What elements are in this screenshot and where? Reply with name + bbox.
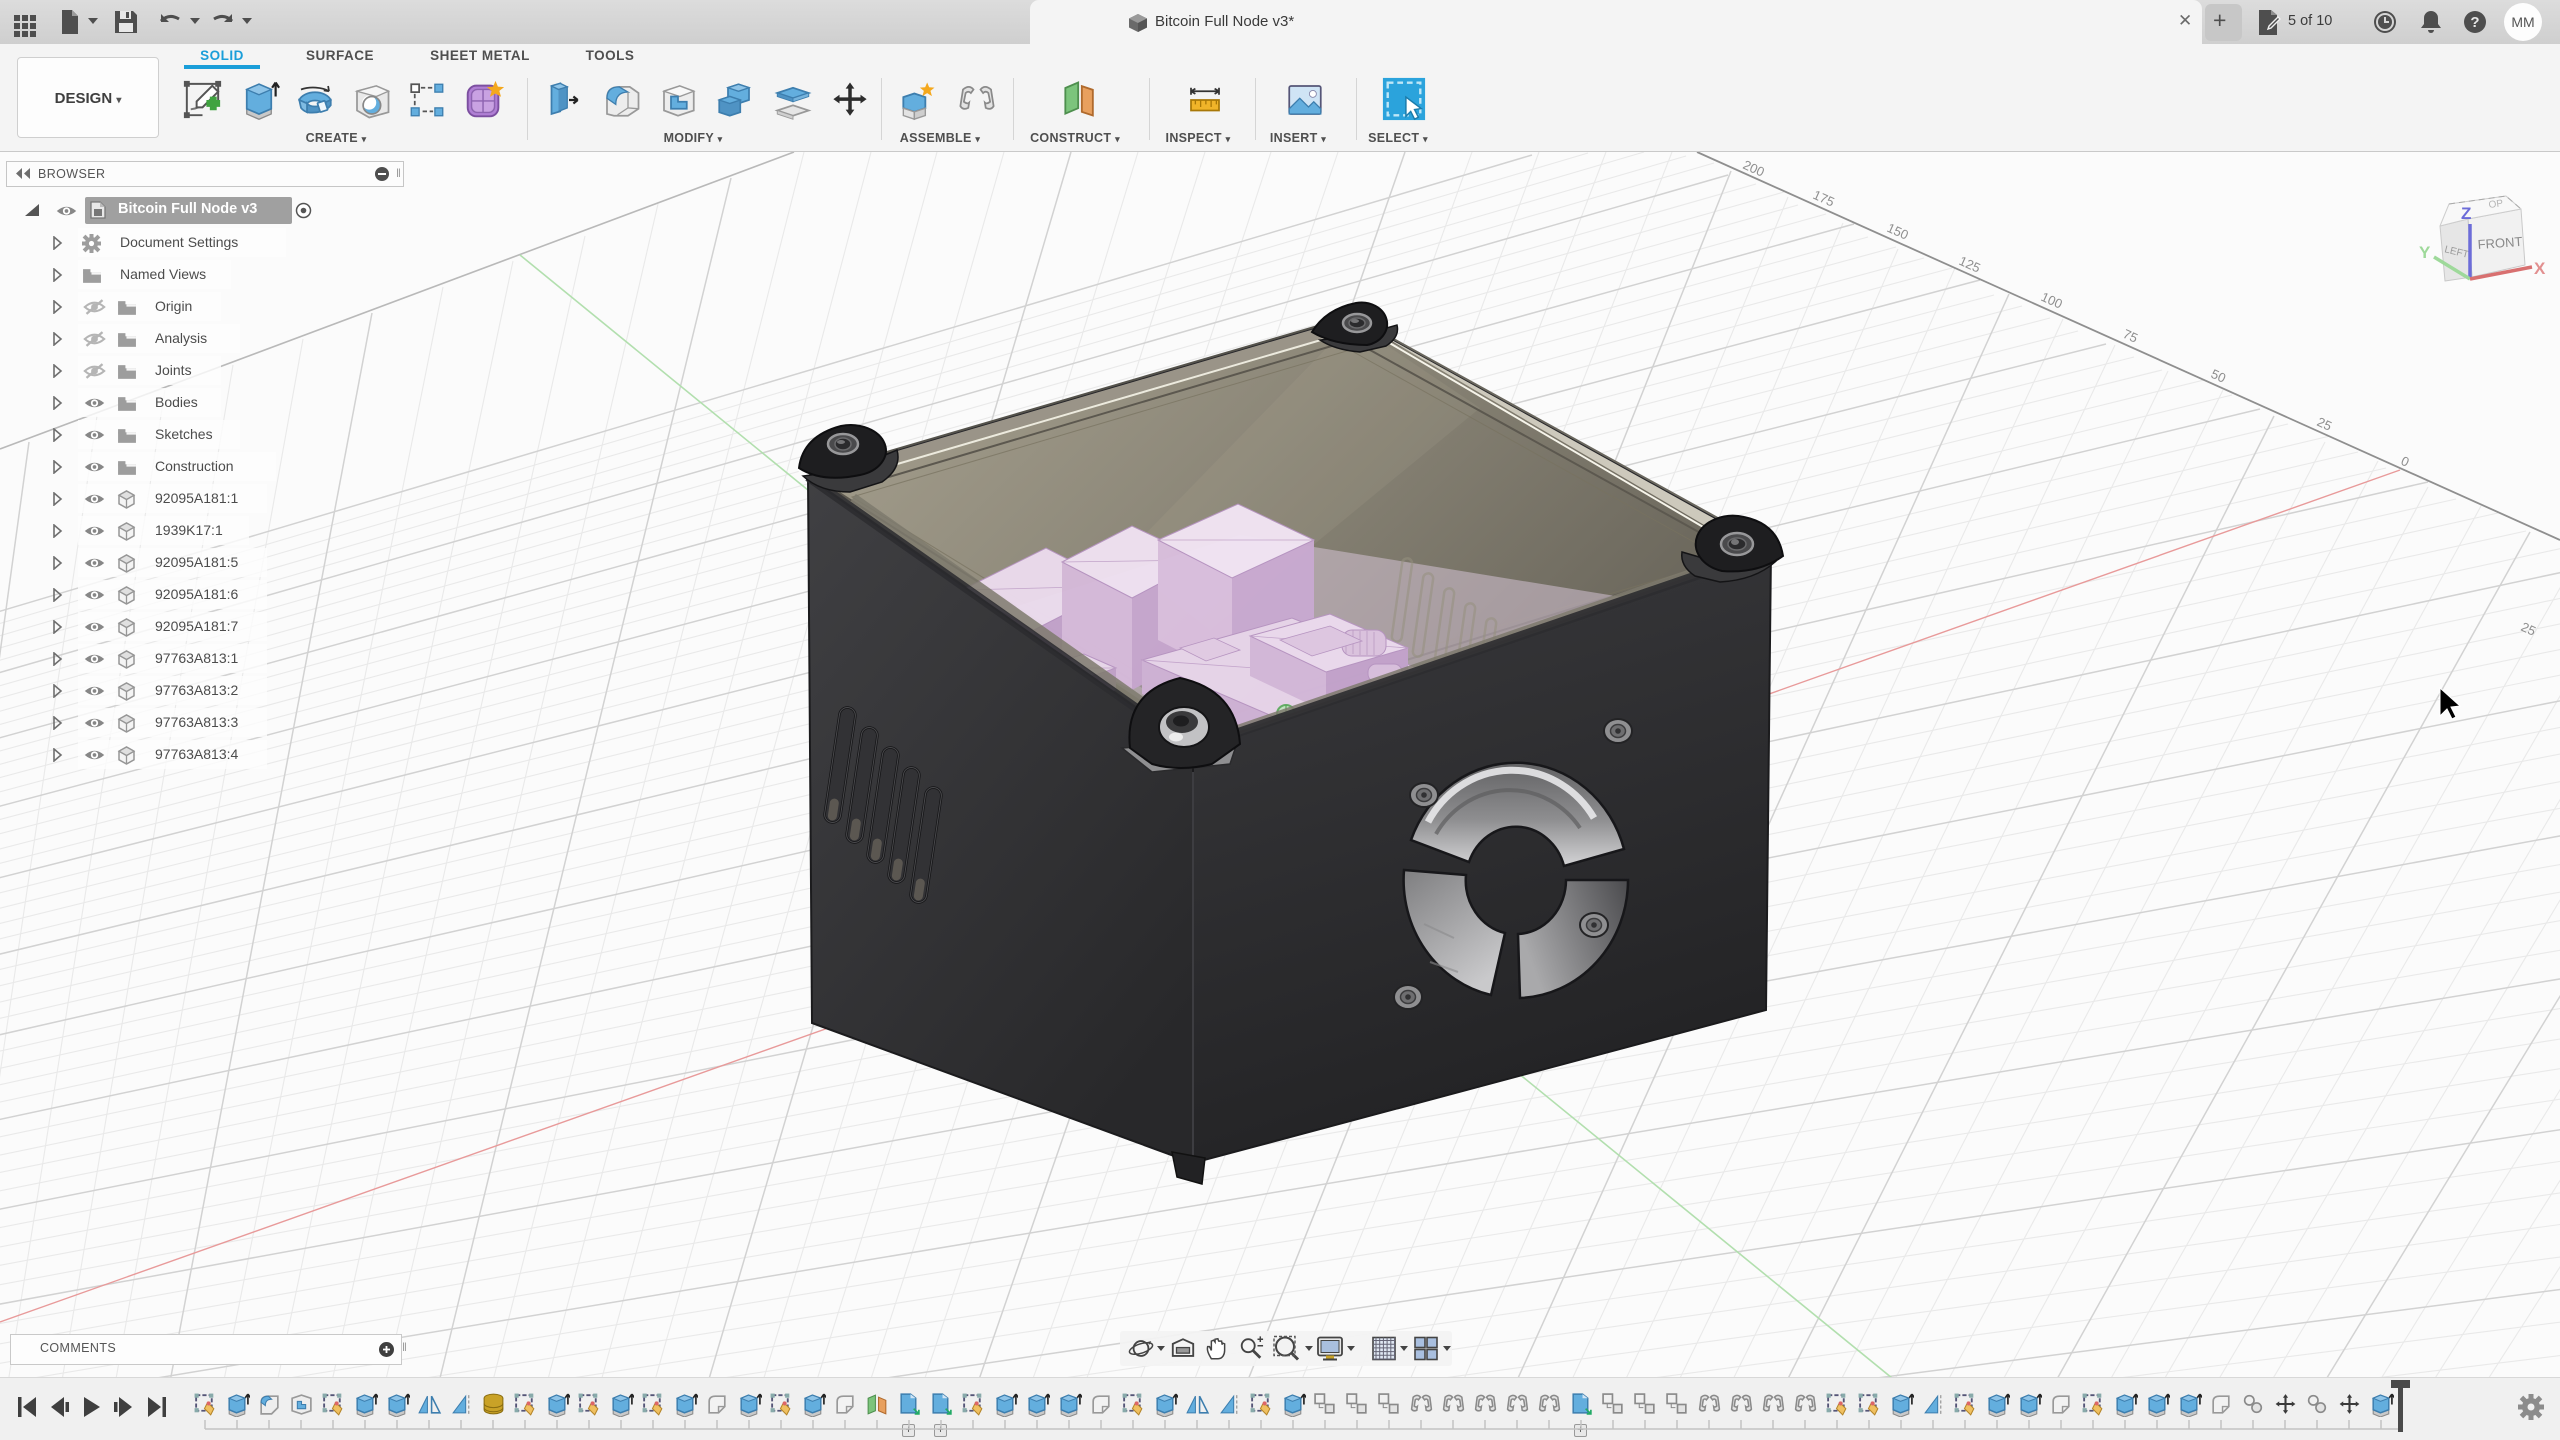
svg-text:FRONT: FRONT xyxy=(2477,234,2523,252)
svg-text:OP: OP xyxy=(2488,198,2504,211)
svg-text:Z: Z xyxy=(2461,204,2471,223)
svg-text:Y: Y xyxy=(2419,243,2431,262)
svg-text:X: X xyxy=(2534,259,2546,278)
svg-text:?: ? xyxy=(2470,14,2479,31)
